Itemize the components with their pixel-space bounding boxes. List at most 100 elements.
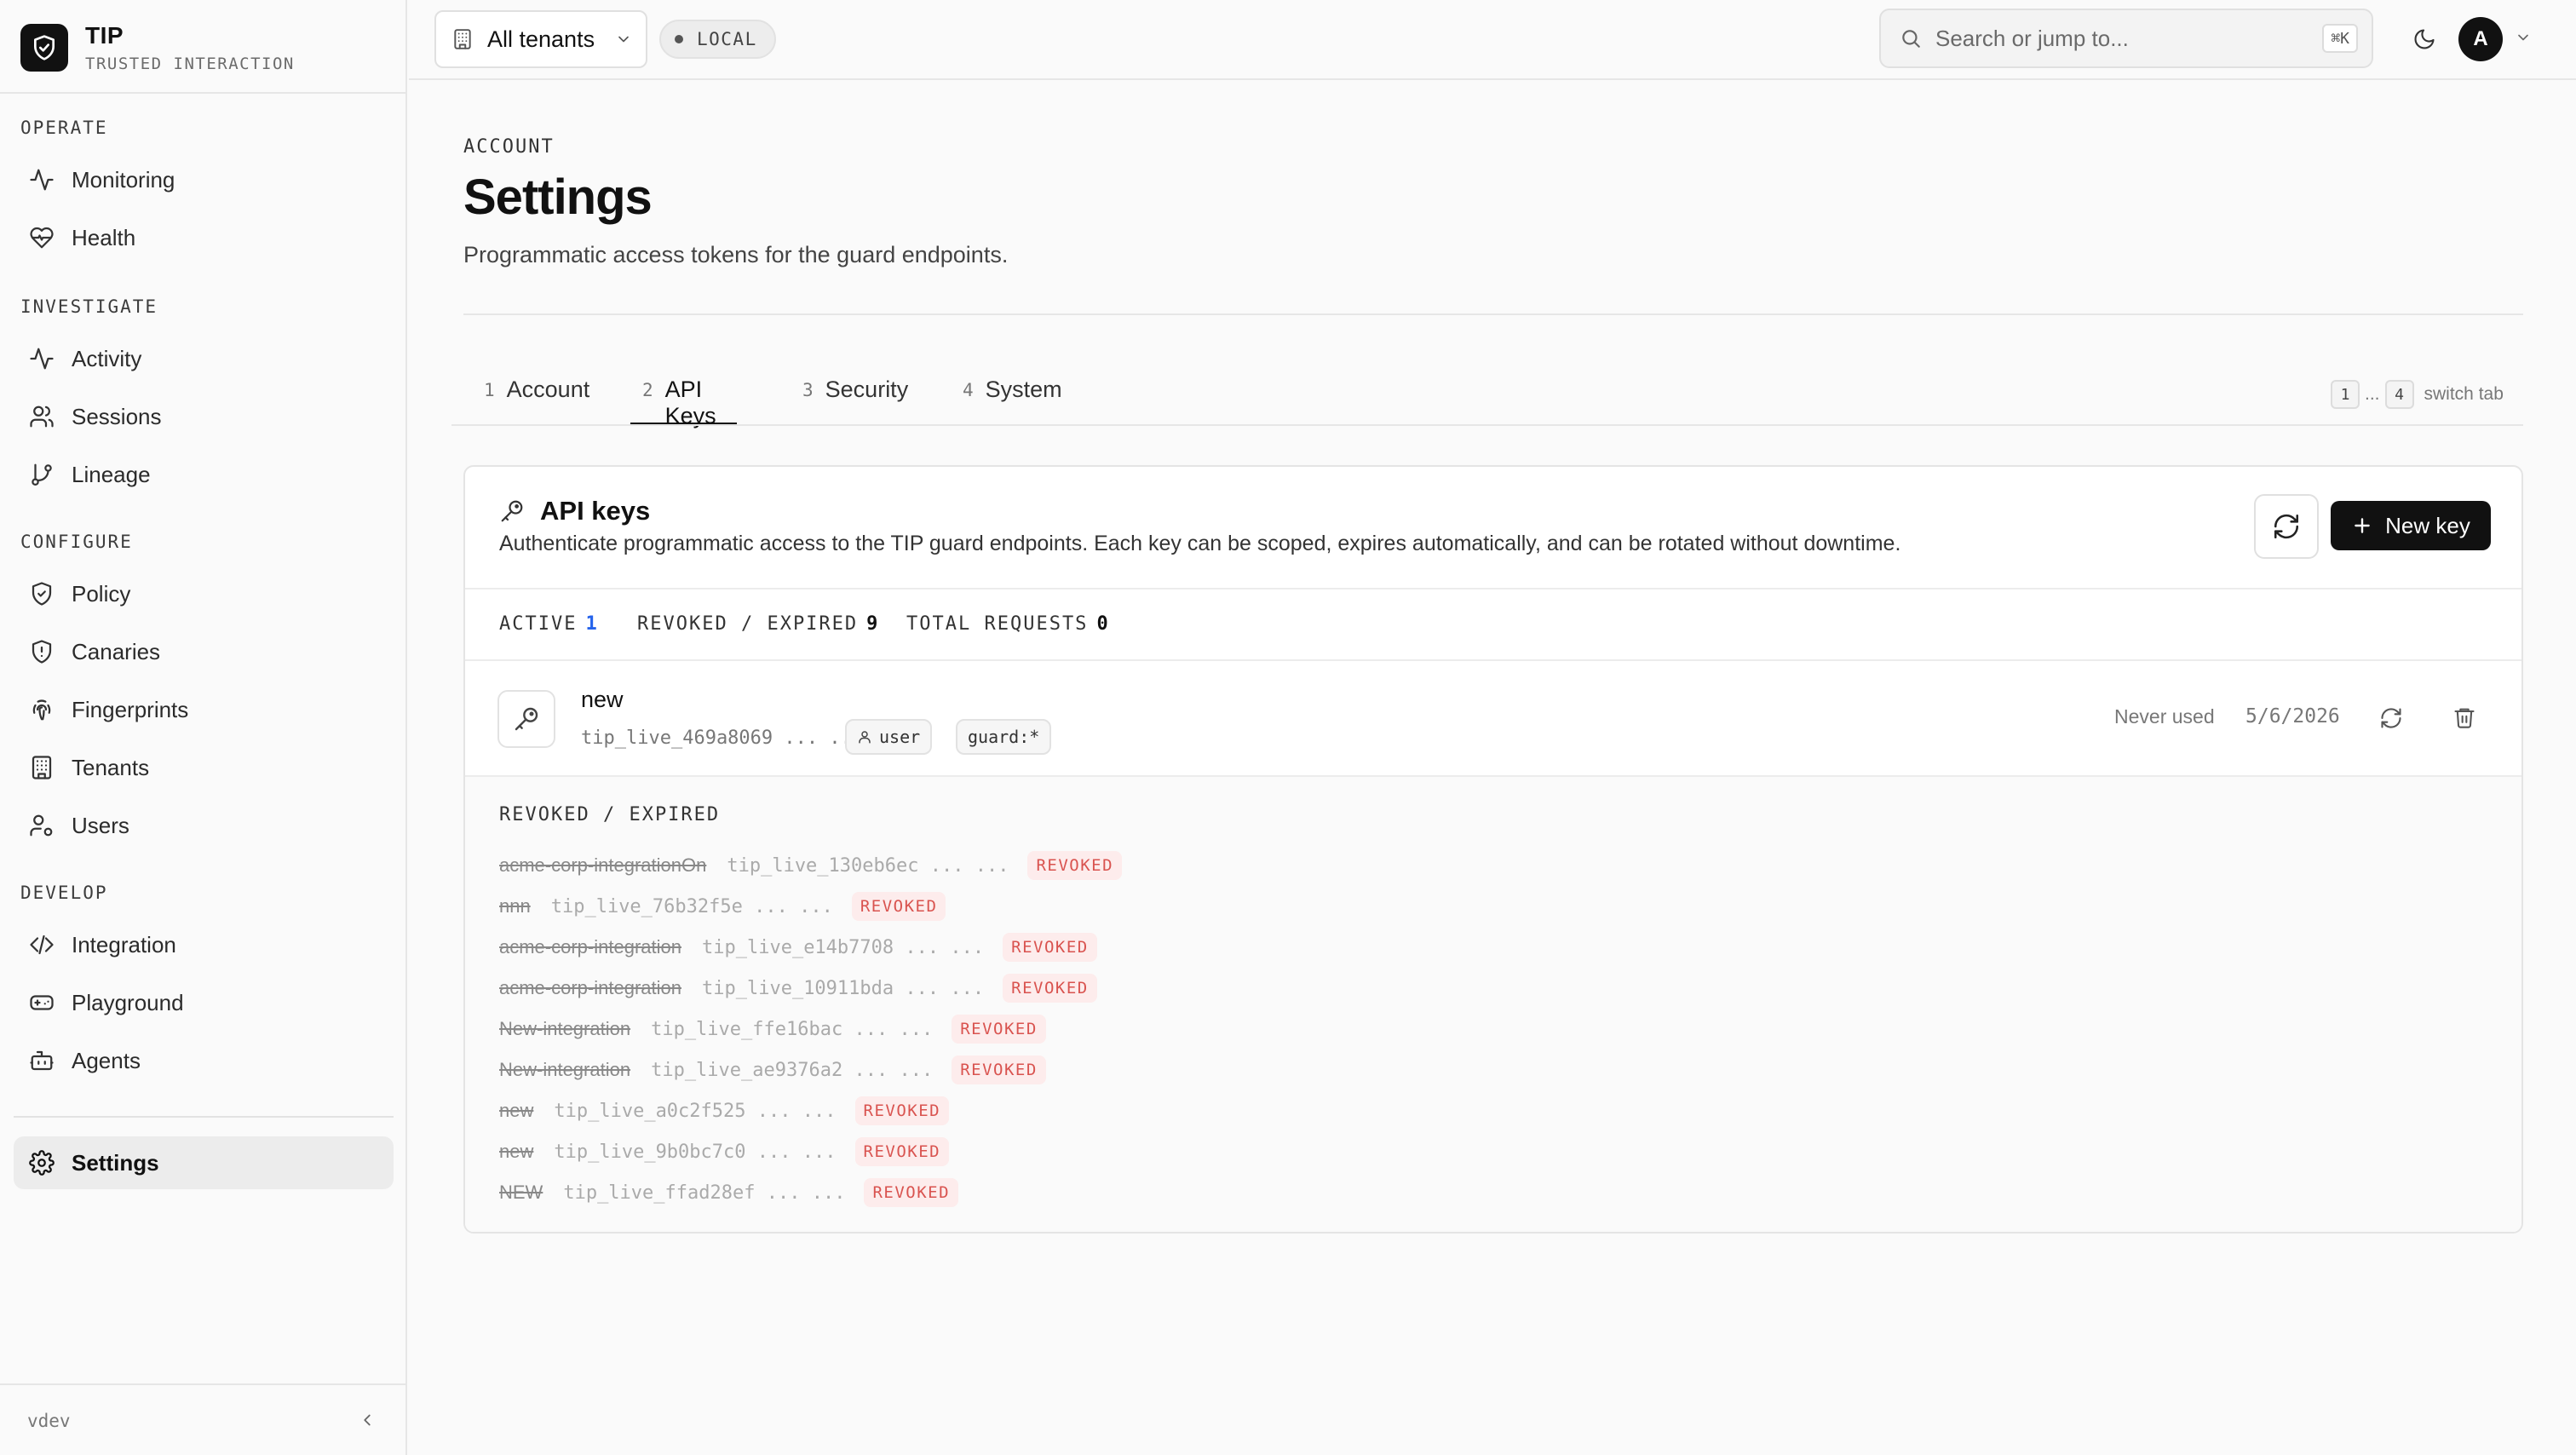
page-title: Settings xyxy=(463,170,653,225)
revoked-key-name: new xyxy=(499,1100,534,1121)
tenant-selector[interactable]: All tenants xyxy=(434,10,647,68)
sidebar-item-monitoring[interactable]: Monitoring xyxy=(14,153,394,206)
revoked-key-prefix: tip_live_9b0bc7c0 ... ... xyxy=(554,1141,837,1163)
shortcut-key: 1 xyxy=(2331,380,2360,409)
card-title-text: API keys xyxy=(540,496,651,526)
heart-pulse-icon xyxy=(27,223,56,252)
sidebar-item-label: Lineage xyxy=(72,461,151,487)
sidebar-item-integration[interactable]: Integration xyxy=(14,918,394,971)
status-badge: REVOKED xyxy=(854,1137,950,1166)
revoked-key-name: new xyxy=(499,1141,534,1162)
sidebar-item-lineage[interactable]: Lineage xyxy=(14,448,394,501)
revoked-key-name: acme-corp-integrationOn xyxy=(499,854,707,876)
revoked-key-item: New-integration tip_live_ae9376a2 ... ...… xyxy=(499,1050,1122,1090)
sidebar-item-sessions[interactable]: Sessions xyxy=(14,390,394,443)
sidebar-item-label: Integration xyxy=(72,931,176,958)
new-key-button[interactable]: New key xyxy=(2331,501,2491,550)
git-branch-icon xyxy=(27,460,56,489)
avatar[interactable]: A xyxy=(2458,17,2503,61)
tab-number: 1 xyxy=(484,380,495,400)
revoked-key-prefix: tip_live_130eb6ec ... ... xyxy=(727,854,1009,877)
users-icon xyxy=(27,402,56,431)
api-key-row[interactable]: new tip_live_469a8069 ... ... user guard… xyxy=(465,661,2521,777)
tab-number: 4 xyxy=(963,380,974,400)
theme-toggle-button[interactable] xyxy=(2407,22,2441,56)
tab-system[interactable]: 4 System xyxy=(963,363,1062,426)
divider xyxy=(463,313,2523,315)
sidebar-item-playground[interactable]: Playground xyxy=(14,976,394,1029)
shield-alert-icon xyxy=(27,637,56,666)
revoked-key-item: nnn tip_live_76b32f5e ... ... REVOKED xyxy=(499,886,1122,927)
stat-active: ACTIVE 1 xyxy=(499,613,599,635)
page-eyebrow: ACCOUNT xyxy=(463,136,555,158)
chevron-down-icon[interactable] xyxy=(2515,29,2532,46)
building-icon xyxy=(451,28,474,50)
sidebar-item-label: Tenants xyxy=(72,754,150,780)
collapse-sidebar-button[interactable] xyxy=(354,1407,380,1433)
tab-number: 3 xyxy=(802,380,814,400)
role-pill: user xyxy=(845,719,933,755)
card-header: API keys Authenticate programmatic acces… xyxy=(465,467,2521,589)
nav-section-configure: CONFIGURE xyxy=(20,532,133,552)
brand[interactable]: TIP TRUSTED INTERACTION xyxy=(20,20,295,75)
revoked-key-name: New-integration xyxy=(499,1059,631,1080)
sidebar-item-policy[interactable]: Policy xyxy=(14,567,394,620)
api-keys-card: API keys Authenticate programmatic acces… xyxy=(463,465,2523,1234)
sidebar-item-agents[interactable]: Agents xyxy=(14,1034,394,1087)
tab-account[interactable]: 1 Account xyxy=(484,363,589,426)
card-description: Authenticate programmatic access to the … xyxy=(499,532,1901,555)
refresh-icon xyxy=(2379,706,2403,730)
revoked-key-item: new tip_live_9b0bc7c0 ... ... REVOKED xyxy=(499,1131,1122,1172)
sidebar-item-label: Sessions xyxy=(72,403,162,429)
search-placeholder: Search or jump to... xyxy=(1935,25,2129,51)
status-dot xyxy=(675,35,683,43)
status-badge: REVOKED xyxy=(952,1055,1046,1084)
revoked-key-item: new tip_live_a0c2f525 ... ... REVOKED xyxy=(499,1090,1122,1131)
sidebar-item-tenants[interactable]: Tenants xyxy=(14,741,394,794)
revoked-key-item: acme-corp-integrationOn tip_live_130eb6ec… xyxy=(499,845,1123,886)
revoked-key-name: New-integration xyxy=(499,1018,631,1039)
sidebar-item-label: Policy xyxy=(72,580,131,607)
shortcut-separator: ... xyxy=(2365,384,2380,404)
revoked-key-prefix: tip_live_76b32f5e ... ... xyxy=(550,895,833,917)
sidebar-item-label: Playground xyxy=(72,989,184,1015)
revoked-keys-list: acme-corp-integrationOn tip_live_130eb6ec… xyxy=(499,845,1123,1213)
status-badge: REVOKED xyxy=(854,1096,950,1125)
sidebar-item-health[interactable]: Health xyxy=(14,211,394,264)
refresh-button[interactable] xyxy=(2254,494,2319,559)
key-last-used: Never used xyxy=(2114,705,2215,728)
key-created-date: 5/6/2026 xyxy=(2245,705,2340,728)
shield-logo-icon xyxy=(20,24,68,72)
tab-api-keys[interactable]: 2 API Keys xyxy=(630,363,737,428)
tenant-label: All tenants xyxy=(487,26,595,52)
sidebar-item-fingerprints[interactable]: Fingerprints xyxy=(14,683,394,736)
chevron-left-icon xyxy=(358,1411,377,1429)
tab-label: System xyxy=(985,377,1062,402)
activity-icon xyxy=(27,165,56,194)
rotate-key-button[interactable] xyxy=(2377,704,2406,733)
sidebar-item-users[interactable]: Users xyxy=(14,799,394,852)
divider xyxy=(14,1116,394,1118)
key-icon xyxy=(497,690,555,748)
revoked-key-prefix: tip_live_a0c2f525 ... ... xyxy=(554,1100,837,1122)
brand-name: TIP xyxy=(85,22,124,49)
tab-number: 2 xyxy=(642,380,653,400)
shortcut-hint-text: switch tab xyxy=(2424,384,2504,404)
search-input[interactable]: Search or jump to... ⌘K xyxy=(1879,9,2373,68)
sidebar-item-activity[interactable]: Activity xyxy=(14,332,394,385)
revoked-key-name: NEW xyxy=(499,1182,543,1203)
revoked-key-name: nnn xyxy=(499,895,531,917)
fingerprint-icon xyxy=(27,695,56,724)
plus-icon xyxy=(2351,515,2373,537)
sidebar-item-settings[interactable]: Settings xyxy=(14,1136,394,1189)
delete-key-button[interactable] xyxy=(2450,702,2479,733)
revoked-key-name: acme-corp-integration xyxy=(499,936,681,958)
revoked-key-item: New-integration tip_live_ffe16bac ... ...… xyxy=(499,1009,1122,1050)
stat-total-requests: TOTAL REQUESTS 0 xyxy=(906,613,1110,635)
sidebar-item-canaries[interactable]: Canaries xyxy=(14,625,394,678)
tab-security[interactable]: 3 Security xyxy=(802,363,908,426)
search-icon xyxy=(1900,27,1922,49)
search-shortcut: ⌘K xyxy=(2322,24,2358,53)
status-badge: REVOKED xyxy=(952,1015,1046,1044)
nav-section-operate: OPERATE xyxy=(20,118,108,138)
